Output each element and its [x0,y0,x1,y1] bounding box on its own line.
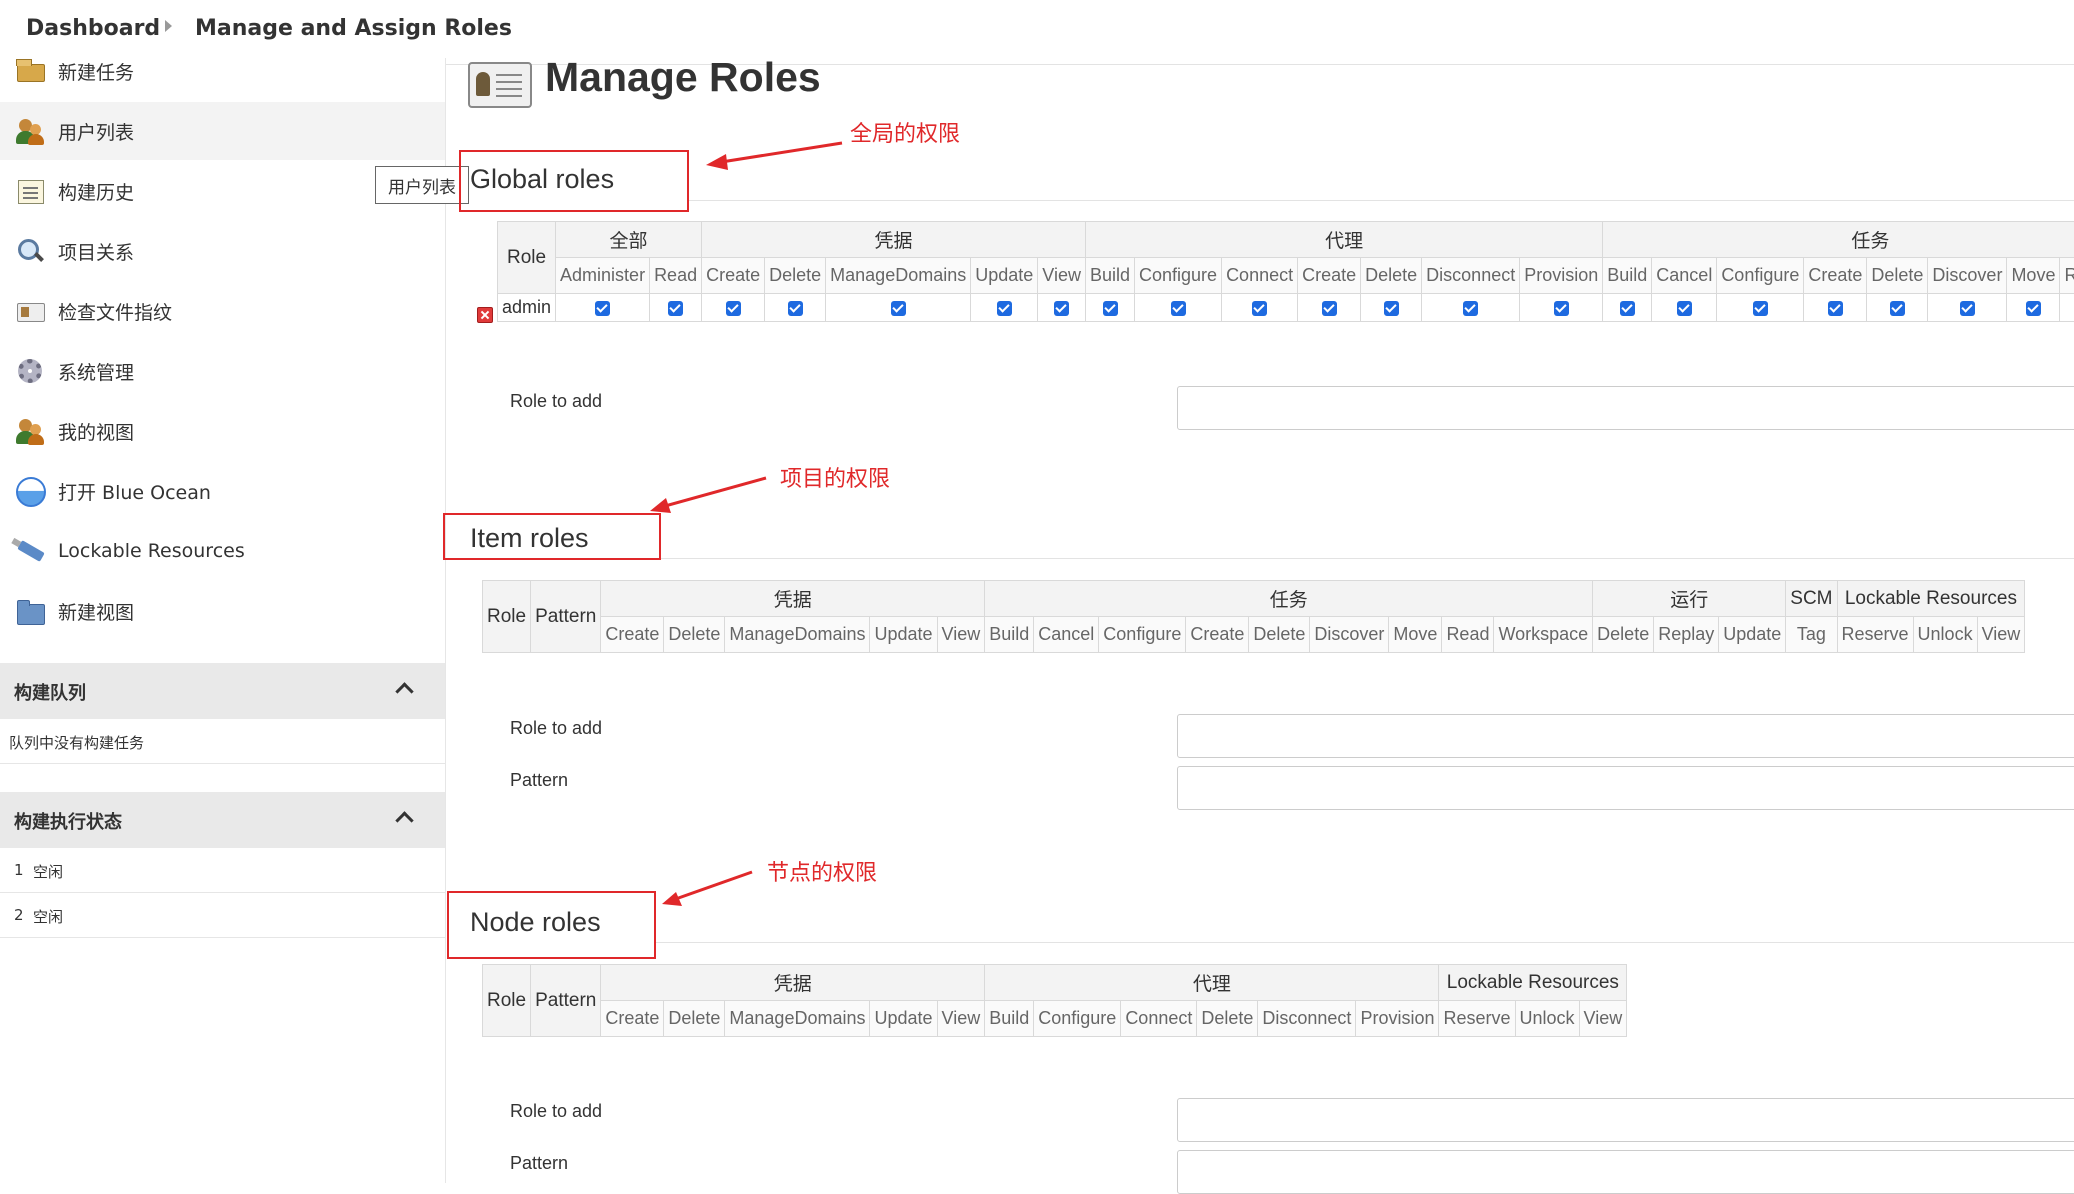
arrowhead-icon [650,498,671,513]
arrow-global [714,141,843,165]
arrowhead-icon [662,892,682,906]
arrow-item [657,476,767,510]
annotation-arrows [650,141,843,906]
arrow-node [669,870,753,903]
arrowhead-icon [706,154,728,170]
